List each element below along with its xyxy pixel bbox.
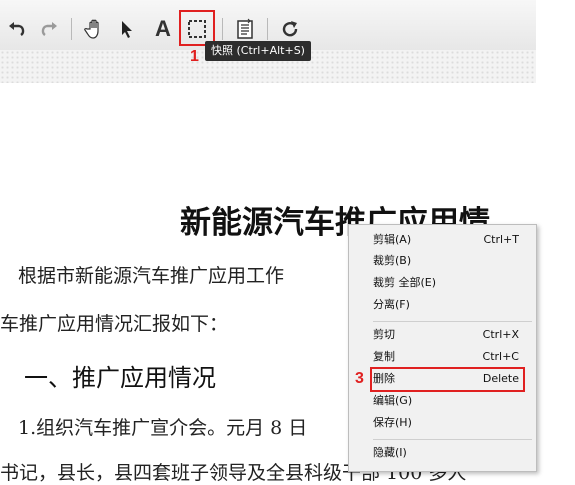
redo-icon[interactable] bbox=[36, 16, 62, 42]
menu-item-label: 编辑(G) bbox=[373, 394, 413, 407]
rotate-icon[interactable] bbox=[277, 16, 303, 42]
menu-item-crop-all[interactable]: 裁剪 全部(E) bbox=[373, 273, 524, 293]
menu-item-label: 裁剪 全部(E) bbox=[373, 276, 437, 289]
menu-item-edit[interactable]: 编辑(G) bbox=[373, 391, 524, 411]
menu-item-shortcut: Ctrl+X bbox=[482, 328, 519, 341]
menu-item-label: 复制 bbox=[373, 350, 395, 363]
menu-item-shortcut: Ctrl+C bbox=[482, 350, 519, 363]
menu-item-copy[interactable]: 复制 Ctrl+C bbox=[373, 347, 524, 367]
menu-item-label: 剪切 bbox=[373, 328, 395, 341]
page-icon[interactable] bbox=[232, 16, 258, 42]
text-tool-icon[interactable]: A bbox=[150, 16, 176, 42]
toolbar-separator bbox=[267, 18, 268, 40]
menu-separator bbox=[373, 439, 532, 440]
menu-item-shortcut: Ctrl+T bbox=[483, 233, 519, 246]
menu-item-hide[interactable]: 隐藏(I) bbox=[373, 443, 524, 463]
hand-tool-icon[interactable] bbox=[82, 16, 108, 42]
menu-item-label: 分离(F) bbox=[373, 298, 410, 311]
document-heading: 一、推广应用情况 bbox=[24, 364, 216, 392]
menu-item-label: 剪辑(A) bbox=[373, 233, 412, 246]
delete-highlight-box bbox=[370, 367, 525, 392]
menu-item-label: 隐藏(I) bbox=[373, 446, 407, 459]
snapshot-tooltip: 快照 (Ctrl+Alt+S) bbox=[205, 41, 311, 61]
select-arrow-icon[interactable] bbox=[114, 16, 140, 42]
menu-item-separate[interactable]: 分离(F) bbox=[373, 295, 524, 315]
menu-item-label: 保存(H) bbox=[373, 416, 412, 429]
menu-item-crop[interactable]: 裁剪(B) bbox=[373, 251, 524, 271]
step-3-label: 3 bbox=[355, 370, 364, 387]
document-paragraph-line: 车推广应用情况汇报如下： bbox=[0, 313, 229, 335]
menu-separator bbox=[373, 321, 532, 322]
menu-item-clip[interactable]: 剪辑(A) Ctrl+T bbox=[373, 230, 524, 250]
toolbar-separator bbox=[71, 18, 72, 40]
undo-icon[interactable] bbox=[4, 16, 30, 42]
menu-item-label: 裁剪(B) bbox=[373, 254, 412, 267]
context-menu: 剪辑(A) Ctrl+T 裁剪(B) 裁剪 全部(E) 分离(F) 剪切 Ctr… bbox=[348, 224, 537, 472]
document-paragraph-line: 根据市新能源汽车推广应用工作 bbox=[18, 265, 285, 287]
toolbar-separator bbox=[222, 18, 223, 40]
document-paragraph-line: 1.组织汽车推广宣介会。元月 8 日 bbox=[18, 417, 308, 439]
menu-item-save[interactable]: 保存(H) bbox=[373, 413, 524, 433]
menu-item-cut[interactable]: 剪切 Ctrl+X bbox=[373, 325, 524, 345]
step-1-label: 1 bbox=[190, 48, 199, 65]
